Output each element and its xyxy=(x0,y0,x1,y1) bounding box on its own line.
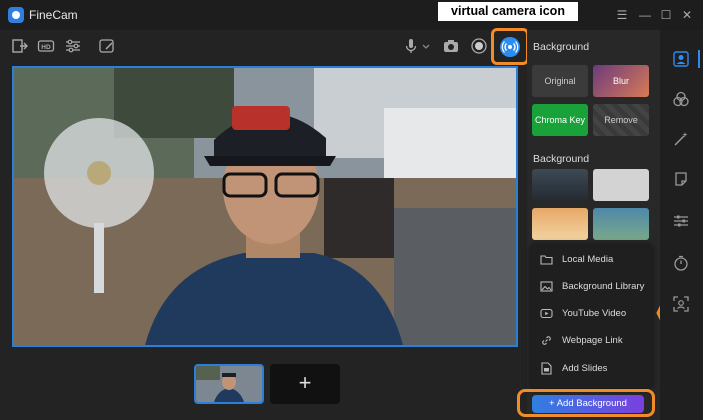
remove-tile[interactable]: Remove xyxy=(593,104,649,136)
image-icon xyxy=(540,281,553,292)
hd-icon[interactable]: HD xyxy=(37,37,55,55)
background-header: Background xyxy=(533,41,590,53)
original-tile[interactable]: Original xyxy=(532,65,588,97)
background-library-header: Background xyxy=(533,153,590,165)
rail-active-indicator xyxy=(698,50,700,68)
svg-text:HD: HD xyxy=(41,44,51,51)
face-frame-icon[interactable] xyxy=(672,295,690,313)
menu-item-local-media[interactable]: Local Media xyxy=(531,247,652,273)
youtube-icon xyxy=(540,308,553,319)
settings-sliders-icon[interactable] xyxy=(672,212,690,230)
scene-thumbnail[interactable] xyxy=(194,364,264,404)
camera-icon[interactable] xyxy=(442,37,460,55)
menu-item-label: Local Media xyxy=(562,254,614,265)
microphone-icon[interactable] xyxy=(402,37,420,55)
portrait-icon[interactable] xyxy=(672,50,690,68)
slides-icon xyxy=(541,362,552,375)
draw-icon[interactable] xyxy=(98,37,116,55)
menu-item-webpage-link[interactable]: Webpage Link xyxy=(531,328,652,354)
adjust-icon[interactable] xyxy=(64,37,82,55)
add-scene-button[interactable]: + xyxy=(270,364,340,404)
menu-item-add-slides[interactable]: Add Slides xyxy=(531,356,652,382)
sticker-icon[interactable] xyxy=(672,170,690,188)
background-office-tile[interactable] xyxy=(532,169,588,201)
minimize-button[interactable]: — xyxy=(636,6,654,24)
add-background-button[interactable]: + Add Background xyxy=(532,395,644,413)
timer-icon[interactable] xyxy=(672,254,690,272)
menu-item-label: Webpage Link xyxy=(562,335,623,346)
background-white-tile[interactable] xyxy=(593,169,649,201)
close-button[interactable]: ✕ xyxy=(678,6,696,24)
chevron-down-icon[interactable] xyxy=(420,37,432,55)
add-background-menu: Local Media Background Library YouTube V… xyxy=(531,243,652,388)
maximize-button[interactable]: ☐ xyxy=(657,6,675,24)
finecam-logo-icon xyxy=(8,7,24,23)
menu-icon[interactable]: ☰ xyxy=(613,6,631,24)
menu-item-background-library[interactable]: Background Library xyxy=(531,274,652,300)
camera-preview xyxy=(12,66,518,347)
blur-tile[interactable]: Blur xyxy=(593,65,649,97)
camera-feed-image xyxy=(14,68,516,345)
title-bar: FineCam virtual camera icon ☰ — ☐ ✕ xyxy=(0,0,703,30)
link-icon xyxy=(542,336,551,345)
folder-icon xyxy=(540,255,553,265)
chroma-key-tile[interactable]: Chroma Key xyxy=(532,104,588,136)
menu-item-label: Background Library xyxy=(562,281,645,292)
annotation-label: virtual camera icon xyxy=(438,2,578,21)
right-rail xyxy=(660,30,703,420)
menu-item-label: Add Slides xyxy=(562,363,608,374)
exit-icon[interactable] xyxy=(11,37,29,55)
magic-wand-icon[interactable] xyxy=(672,130,690,148)
app-title: FineCam xyxy=(29,8,78,22)
toolbar: HD xyxy=(0,30,527,62)
background-lake-tile[interactable] xyxy=(593,208,649,240)
menu-item-youtube-video[interactable]: YouTube Video xyxy=(531,301,652,327)
filter-icon[interactable] xyxy=(672,90,690,108)
menu-item-label: YouTube Video xyxy=(562,308,627,319)
virtual-camera-icon[interactable] xyxy=(500,37,520,57)
record-icon[interactable] xyxy=(470,37,488,55)
background-temple-tile[interactable] xyxy=(532,208,588,240)
